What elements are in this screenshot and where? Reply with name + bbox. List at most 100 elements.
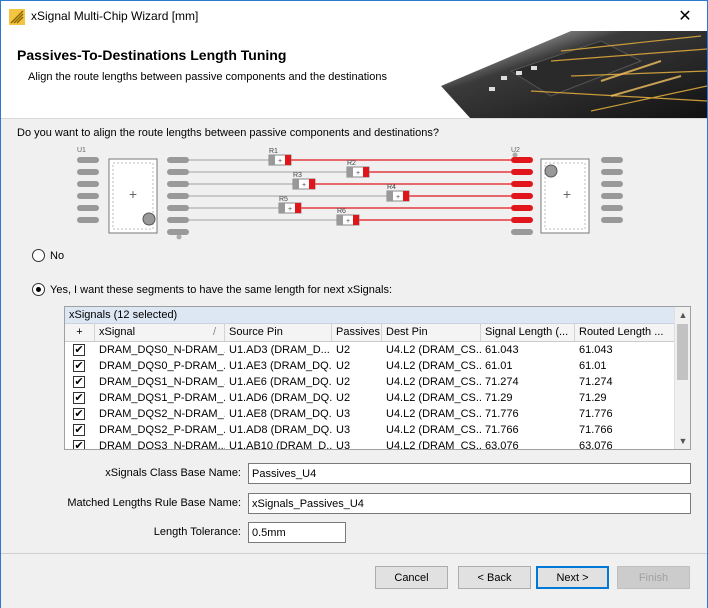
row-checkbox[interactable]: ✔ — [73, 376, 85, 388]
row-checkbox[interactable]: ✔ — [73, 344, 85, 356]
table-row[interactable]: ✔ DRAM_DQS0_P-DRAM_... U1.AE3 (DRAM_DQ... U… — [65, 358, 674, 374]
cell-routed-len: 63.076 — [579, 440, 613, 449]
next-button[interactable]: Next > — [536, 566, 609, 589]
finish-button: Finish — [617, 566, 690, 589]
cancel-button[interactable]: Cancel — [375, 566, 448, 589]
row-checkbox[interactable]: ✔ — [73, 360, 85, 372]
col-xsignal[interactable]: xSignal / — [95, 324, 225, 341]
cell-source: U1.AD6 (DRAM_DQ... — [229, 392, 332, 404]
row-checkbox[interactable]: ✔ — [73, 424, 85, 436]
cell-source: U1.AE6 (DRAM_DQ... — [229, 376, 332, 388]
diagram-r2-label: R2 — [347, 160, 356, 167]
page-subtitle: Align the route lengths between passive … — [28, 71, 387, 83]
table-row[interactable]: ✔ DRAM_DQS2_N-DRAM_... U1.AE8 (DRAM_DQ... U… — [65, 406, 674, 422]
back-button[interactable]: < Back — [458, 566, 531, 589]
svg-text:+: + — [563, 186, 571, 202]
cell-signal-len: 61.043 — [485, 344, 519, 356]
cell-signal-len: 63.076 — [485, 440, 519, 449]
scroll-up-icon[interactable]: ▲ — [675, 307, 691, 323]
wizard-footer: Cancel < Back Next > Finish — [1, 553, 707, 608]
row-checkbox[interactable]: ✔ — [73, 392, 85, 404]
cell-dest: U4.L2 (DRAM_CS... — [386, 376, 481, 388]
option-yes[interactable]: Yes, I want these segments to have the s… — [32, 283, 392, 296]
grid-caption: xSignals (12 selected) — [65, 307, 674, 324]
col-dest-pin[interactable]: Dest Pin — [382, 324, 481, 341]
col-routed-length[interactable]: Routed Length ... — [575, 324, 676, 341]
cell-routed-len: 71.766 — [579, 424, 613, 436]
diagram-r4-label: R4 — [387, 184, 396, 191]
cell-dest: U4.L2 (DRAM_CS... — [386, 344, 481, 356]
pcb-banner-image — [441, 31, 707, 118]
cell-passive: U2 — [336, 360, 351, 372]
col-signal-length[interactable]: Signal Length (... — [481, 324, 575, 341]
cell-source: U1.AB10 (DRAM_D... — [229, 440, 332, 449]
close-button[interactable]: ✕ — [667, 3, 703, 29]
cell-signal-len: 71.274 — [485, 376, 519, 388]
cell-xsignal: DRAM_DQS2_P-DRAM_... — [99, 424, 225, 436]
table-row[interactable]: ✔ DRAM_DQS1_P-DRAM_... U1.AD6 (DRAM_DQ... U… — [65, 390, 674, 406]
question-text: Do you want to align the route lengths b… — [17, 127, 439, 139]
title-bar: xSignal Multi-Chip Wizard [mm] ✕ — [1, 1, 707, 31]
cell-xsignal: DRAM_DQS1_N-DRAM_... — [99, 376, 225, 388]
svg-text:+: + — [129, 186, 137, 202]
page-title: Passives-To-Destinations Length Tuning — [17, 47, 287, 63]
cell-passive: U3 — [336, 408, 351, 420]
no-radio[interactable] — [32, 249, 45, 262]
diagram-r1-label: R1 — [269, 148, 278, 155]
no-label: No — [50, 249, 65, 262]
row-checkbox[interactable]: ✔ — [73, 408, 85, 420]
cell-dest: U4.L2 (DRAM_CS... — [386, 392, 481, 404]
cell-xsignal: DRAM_DQS0_P-DRAM_... — [99, 360, 225, 372]
cell-dest: U4.L2 (DRAM_CS... — [386, 360, 481, 372]
grid-scrollbar[interactable]: ▲ ▼ — [674, 307, 690, 449]
cell-passive: U3 — [336, 424, 351, 436]
cell-signal-len: 71.766 — [485, 424, 519, 436]
finish-label: Finish — [638, 571, 669, 584]
table-row[interactable]: ✔ DRAM_DQS0_N-DRAM_... U1.AD3 (DRAM_D... U2… — [65, 342, 674, 358]
routing-diagram: U1 + U2 + + R1 + R2 + R3 + R4 + R5 + R6 — [77, 147, 623, 240]
cell-routed-len: 71.776 — [579, 408, 613, 420]
close-icon: ✕ — [678, 8, 692, 25]
col-source-pin[interactable]: Source Pin — [225, 324, 332, 341]
scroll-thumb[interactable] — [677, 324, 688, 380]
yes-radio[interactable] — [32, 283, 45, 296]
table-row[interactable]: ✔ DRAM_DQS3_N-DRAM... U1.AB10 (DRAM_D... U3… — [65, 438, 674, 449]
class-name-input[interactable] — [248, 463, 691, 484]
col-passives[interactable]: Passives — [332, 324, 382, 341]
tolerance-label: Length Tolerance: — [153, 526, 241, 538]
wizard-header: Passives-To-Destinations Length Tuning A… — [1, 31, 707, 119]
cell-source: U1.AE3 (DRAM_DQ... — [229, 360, 332, 372]
cell-source: U1.AD3 (DRAM_D... — [229, 344, 330, 356]
cell-xsignal: DRAM_DQS0_N-DRAM_... — [99, 344, 225, 356]
next-label: Next > — [556, 571, 589, 584]
diagram-r5-label: R5 — [279, 196, 288, 203]
cell-xsignal: DRAM_DQS1_P-DRAM_... — [99, 392, 225, 404]
tolerance-input[interactable] — [248, 522, 346, 543]
table-row[interactable]: ✔ DRAM_DQS1_N-DRAM_... U1.AE6 (DRAM_DQ... U… — [65, 374, 674, 390]
scroll-down-icon[interactable]: ▼ — [675, 433, 691, 449]
svg-text:+: + — [356, 170, 360, 177]
cell-dest: U4.L2 (DRAM_CS... — [386, 408, 481, 420]
cell-signal-len: 71.776 — [485, 408, 519, 420]
diagram-r6-label: R6 — [337, 208, 346, 215]
window-title: xSignal Multi-Chip Wizard [mm] — [31, 9, 199, 23]
col-expand[interactable]: + — [65, 324, 95, 341]
table-row[interactable]: ✔ DRAM_DQS2_P-DRAM_... U1.AD8 (DRAM_DQ... U… — [65, 422, 674, 438]
diagram-u1-label: U1 — [77, 147, 86, 154]
cell-xsignal: DRAM_DQS3_N-DRAM... — [99, 440, 225, 449]
cell-signal-len: 71.29 — [485, 392, 513, 404]
rule-name-input[interactable] — [248, 493, 691, 514]
cancel-label: Cancel — [394, 571, 429, 584]
cell-source: U1.AE8 (DRAM_DQ... — [229, 408, 332, 420]
grid-body: ✔ DRAM_DQS0_N-DRAM_... U1.AD3 (DRAM_D... U2… — [65, 342, 674, 449]
cell-passive: U2 — [336, 376, 351, 388]
svg-text:+: + — [278, 158, 282, 165]
app-icon — [9, 9, 25, 25]
cell-signal-len: 61.01 — [485, 360, 513, 372]
xsignals-grid: xSignals (12 selected) + xSignal / Sourc… — [64, 306, 691, 450]
cell-xsignal: DRAM_DQS2_N-DRAM_... — [99, 408, 225, 420]
option-no[interactable]: No — [32, 249, 64, 262]
svg-text:+: + — [396, 194, 400, 201]
sort-icon: / — [212, 326, 216, 338]
row-checkbox[interactable]: ✔ — [73, 440, 85, 449]
